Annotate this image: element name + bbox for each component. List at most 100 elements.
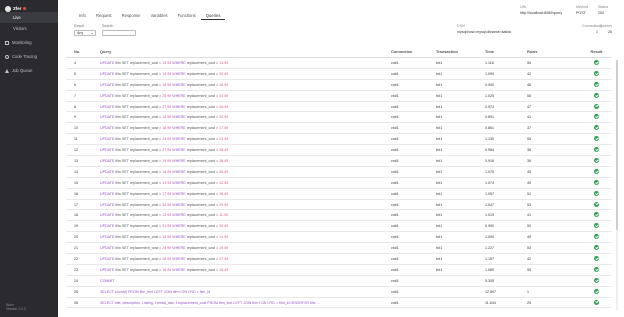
table-row[interactable]: 8 UPDATE film SET replacement_cost = 27.9… [66, 102, 612, 113]
sidebar-item-monitoring[interactable]: Monitoring [0, 37, 58, 48]
transaction-cell: tr#1 [436, 169, 443, 174]
tab-variables[interactable]: Variables [145, 12, 172, 20]
result-cell [581, 277, 612, 284]
sql-text: film SET replacement_cost = [115, 202, 163, 207]
table-row[interactable]: 10 UPDATE film SET replacement_cost = 18.… [66, 123, 612, 135]
sql-text: replacement_cost = [186, 235, 220, 240]
connection-cell: cn#1 [391, 82, 399, 87]
status-value: 200 [598, 11, 604, 15]
table-row[interactable]: 13 UPDATE film SET replacement_cost = 19.… [66, 156, 612, 167]
sql-number: 14.49 [219, 235, 229, 240]
sql-text: replacement_cost = [186, 137, 220, 142]
scrollbar[interactable] [616, 60, 618, 310]
row-number: 22 [74, 256, 78, 261]
status-label: Status [598, 5, 609, 9]
table-row[interactable]: 25 SELECT count(f) FROM film_text LEFT JO… [66, 287, 612, 298]
sql-text: replacement_cost = [186, 148, 220, 153]
queries-table: No. Query Connection Transaction Time Ro… [66, 46, 612, 309]
tab-queries[interactable]: Queries [200, 12, 226, 20]
sql-keyword: UPDATE [100, 126, 115, 131]
scrollbar-thumb[interactable] [616, 60, 618, 230]
sql-select-text: SELECT count(f) FROM film_text LEFT JOIN… [100, 289, 211, 294]
header-connection[interactable]: Connection [391, 49, 436, 54]
sql-number: 16.99 [162, 169, 172, 174]
sql-text: replacement_cost = [186, 158, 220, 163]
table-row[interactable]: 17 UPDATE film SET replacement_cost = 30.… [66, 200, 612, 211]
header-result[interactable]: Result [581, 49, 612, 54]
sidebar-item-label: Visitors [13, 26, 27, 31]
sidebar-item-live[interactable]: Live [0, 12, 58, 23]
sql-number: 16.99 [162, 267, 172, 272]
table-row[interactable]: 24 COMMIT cn#1 5.305 [66, 276, 612, 287]
sql-number: 30.99 [162, 202, 172, 207]
tab-functions[interactable]: Functions [173, 12, 201, 20]
query-text: SELECT title, description, f.rating, f.r… [100, 301, 391, 305]
search-input[interactable] [102, 30, 136, 36]
status-dot-icon [23, 7, 26, 10]
sql-number: 15.99 [162, 60, 172, 65]
check-circle-icon [594, 114, 599, 120]
table-row[interactable]: 26 SELECT title, description, f.rating, f… [66, 298, 612, 309]
table-row[interactable]: 19 UPDATE film SET replacement_cost = 31.… [66, 221, 612, 233]
tab-request[interactable]: Request [91, 12, 117, 20]
connection-cell: cn#1 [391, 148, 399, 153]
tab-info[interactable]: Info [74, 12, 91, 20]
table-row[interactable]: 18 UPDATE film SET replacement_cost = 12.… [66, 210, 612, 222]
result-cell [581, 125, 612, 131]
header-transaction[interactable]: Transaction [436, 49, 485, 54]
connection-cell: cn#1 [391, 104, 399, 109]
rows-cell: 49 [527, 235, 531, 240]
header-rows[interactable]: Rows [527, 49, 581, 54]
connection-cell: cn#1 [391, 213, 399, 218]
brand[interactable]: 2fer [0, 0, 58, 12]
sql-number: 19.99 [162, 158, 172, 163]
sql-text: film SET replacement_cost = [115, 82, 163, 87]
table-row[interactable]: 16 UPDATE film SET replacement_cost = 17.… [66, 189, 612, 200]
table-row[interactable]: 15 UPDATE film SET replacement_cost = 13.… [66, 178, 612, 189]
header-query[interactable]: Query [100, 49, 391, 54]
sql-select-text: SELECT title, description, f.rating, f.r… [100, 300, 320, 305]
time-cell: 1.057 [485, 191, 494, 196]
result-select[interactable]: Any [74, 30, 96, 36]
table-row[interactable]: 7 UPDATE film SET replacement_cost = 25.9… [66, 91, 612, 102]
header-no[interactable]: No. [66, 49, 100, 54]
table-row[interactable]: 22 UPDATE film SET replacement_cost = 28.… [66, 254, 612, 265]
table-row[interactable]: 12 UPDATE film SET replacement_cost = 27.… [66, 145, 612, 157]
table-body: 4 UPDATE film SET replacement_cost = 15.9… [66, 58, 612, 309]
table-row[interactable]: 20 UPDATE film SET replacement_cost = 15.… [66, 232, 612, 244]
table-row[interactable]: 9 UPDATE film SET replacement_cost = 18.9… [66, 112, 612, 124]
table-row[interactable]: 21 UPDATE film SET replacement_cost = 24.… [66, 243, 612, 255]
table-row[interactable]: 6 UPDATE film SET replacement_cost = 19.9… [66, 80, 612, 91]
sidebar-item-code-tracing[interactable]: Code Tracing [0, 51, 58, 62]
result-cell [581, 266, 612, 273]
sidebar-item-job-queue[interactable]: Job Queue [0, 65, 58, 76]
sql-number: 28.49 [219, 148, 229, 153]
transaction-cell: tr#1 [436, 191, 443, 196]
tab-response[interactable]: Response [117, 12, 146, 20]
sql-number: 19.49 [219, 246, 229, 251]
sql-keyword: UPDATE [100, 191, 115, 196]
sql-number: 24.49 [219, 93, 229, 98]
transaction-cell: tr#1 [436, 82, 443, 87]
sql-text: film SET replacement_cost = [115, 169, 163, 174]
result-cell [581, 190, 612, 197]
sql-text: film SET replacement_cost = [115, 60, 163, 65]
table-row[interactable]: 14 UPDATE film SET replacement_cost = 16.… [66, 167, 612, 178]
table-row[interactable]: 5 UPDATE film SET replacement_cost = 14.9… [66, 69, 612, 80]
rows-cell: 42 [527, 71, 531, 76]
search-filter: Search [102, 24, 136, 36]
transaction-cell: tr#1 [436, 93, 443, 98]
connections-label: Connections [582, 24, 602, 28]
sql-text: film SET replacement_cost = [115, 93, 163, 98]
table-row[interactable]: 4 UPDATE film SET replacement_cost = 15.9… [66, 58, 612, 69]
query-text: UPDATE film SET replacement_cost = 18.99… [100, 126, 391, 130]
table-row[interactable]: 11 UPDATE film SET replacement_cost = 24.… [66, 134, 612, 146]
header-time[interactable]: Time [485, 49, 527, 54]
rows-cell: 51 [527, 191, 531, 196]
time-cell: 0.973 [485, 104, 494, 109]
sql-keyword: UPDATE [100, 60, 115, 65]
table-row[interactable]: 23 UPDATE film SET replacement_cost = 16.… [66, 265, 612, 276]
sql-keyword: WHERE [172, 104, 186, 109]
sidebar-item-visitors[interactable]: Visitors [0, 23, 58, 34]
transaction-cell: tr#1 [436, 267, 443, 272]
